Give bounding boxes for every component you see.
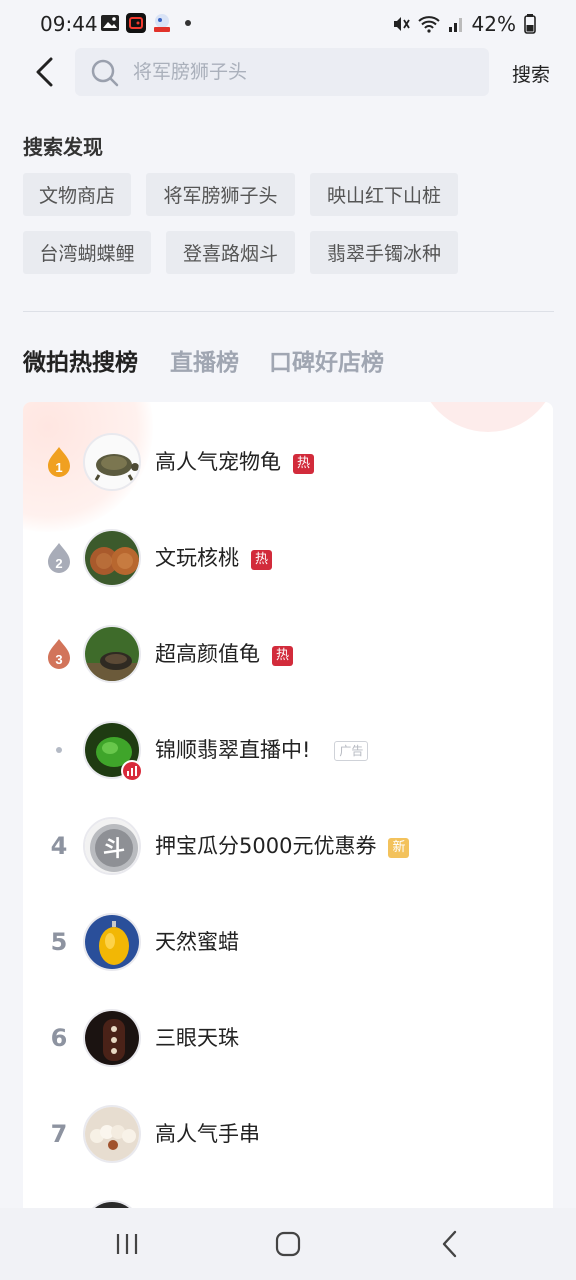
item-avatar [83,1105,141,1163]
tab-reputation-shops[interactable]: 口碑好店榜 [269,343,384,377]
search-box[interactable] [75,48,489,96]
app-notification-icon [126,13,146,33]
item-avatar [83,625,141,683]
tab-live[interactable]: 直播榜 [170,343,239,377]
item-title: 高人气手串 [155,1118,260,1148]
search-input[interactable] [133,58,473,86]
ranking-row[interactable]: 5 天然蜜蜡 [23,894,553,990]
item-title: 文玩核桃热 [155,542,272,572]
coin-image: 斗 [85,819,139,873]
discover-title: 搜索发现 [23,135,103,159]
ranking-card: 1 高人气宠物龟热 2 文玩核桃热 3 超高颜值龟热 锦顺翡翠直播中! 广告 4… [23,402,553,1232]
item-avatar: 斗 [83,817,141,875]
ranking-row[interactable]: 1 高人气宠物龟热 [23,414,553,510]
home-button[interactable] [268,1228,308,1260]
item-title-text: 天然蜜蜡 [155,930,239,954]
ranking-row-ad[interactable]: 锦顺翡翠直播中! 广告 [23,702,553,798]
discover-chip[interactable]: 映山红下山桩 [310,173,458,216]
hot-badge: 热 [293,454,314,474]
rank-medal-gold: 1 [43,414,75,510]
ranking-row[interactable]: 2 文玩核桃热 [23,510,553,606]
search-icon [91,59,119,87]
item-title: 三眼天珠 [155,1022,239,1052]
turtle-image [85,627,139,681]
bracelet-image [85,1107,139,1161]
discover-chip[interactable]: 登喜路烟斗 [166,231,295,274]
turtle-image [85,435,139,489]
svg-text:2: 2 [55,556,62,571]
walnut-image [85,531,139,585]
amber-image [85,915,139,969]
gold-medal-icon: 1 [48,447,70,477]
item-title: 锦顺翡翠直播中! 广告 [155,734,369,764]
item-title: 超高颜值龟热 [155,638,293,668]
discover-chip[interactable]: 将军膀狮子头 [146,173,295,216]
status-time: 09:44 [40,12,98,36]
system-nav-bar [0,1208,576,1280]
discover-chip[interactable]: 台湾蝴蝶鲤 [23,231,151,274]
gallery-icon [101,15,119,31]
rank-dot [43,702,75,798]
item-title-text: 三眼天珠 [155,1026,239,1050]
hot-badge: 热 [251,550,272,570]
ranking-row[interactable]: 4 斗 押宝瓜分5000元优惠券新 [23,798,553,894]
ranking-row[interactable]: 6 三眼天珠 [23,990,553,1086]
rank-number: 7 [50,1120,68,1148]
ranking-row[interactable]: 3 超高颜值龟热 [23,606,553,702]
notification-icons [100,13,198,33]
discover-chip[interactable]: 文物商店 [23,173,131,216]
ranking-row[interactable]: 7 高人气手串 [23,1086,553,1182]
rank-number: 6 [50,1024,68,1052]
item-title-text: 押宝瓜分5000元优惠券 [155,834,377,858]
app-notification-icon-2 [154,14,170,32]
signal-icon [448,18,462,32]
item-title-text: 锦顺翡翠直播中! [155,738,311,762]
dot-icon [56,747,62,753]
item-title-text: 文玩核桃 [155,546,239,570]
live-indicator-icon [121,760,143,782]
svg-text:3: 3 [55,652,62,667]
discover-chip[interactable]: 翡翠手镯冰种 [310,231,458,274]
system-icons: 42% [392,12,536,36]
rank-number: 4 [50,832,68,860]
rank-number: 5 [50,928,68,956]
recent-apps-button[interactable] [107,1228,147,1260]
item-title-text: 高人气手串 [155,1122,260,1146]
bronze-medal-icon: 3 [48,639,70,669]
back-arrow-icon [442,1230,457,1258]
item-title: 天然蜜蜡 [155,926,239,956]
item-avatar [83,913,141,971]
item-avatar [83,529,141,587]
wifi-icon [417,16,440,33]
item-avatar [83,1009,141,1067]
rank-medal-silver: 2 [43,510,75,606]
svg-text:斗: 斗 [103,837,125,862]
ad-badge: 广告 [334,741,369,761]
tab-hot-search[interactable]: 微拍热搜榜 [23,343,138,377]
svg-text:1: 1 [55,460,62,475]
new-badge: 新 [388,838,410,858]
home-icon [275,1231,301,1257]
recent-apps-icon [116,1234,138,1254]
divider [23,311,554,312]
battery-icon [524,14,536,34]
nav-back-button[interactable] [430,1228,470,1260]
search-button[interactable]: 搜索 [512,60,550,87]
silver-medal-icon: 2 [48,543,70,573]
status-bar: 09:44 42% [0,0,576,48]
item-title-text: 高人气宠物龟 [155,450,281,474]
mute-icon [393,17,410,31]
item-title: 高人气宠物龟热 [155,446,314,476]
rank-medal-bronze: 3 [43,606,75,702]
more-notifications-icon [185,20,191,26]
chevron-left-icon [36,57,53,87]
item-avatar [83,433,141,491]
dzi-bead-image [85,1011,139,1065]
back-button[interactable] [24,52,64,92]
item-title-text: 超高颜值龟 [155,642,260,666]
item-title: 押宝瓜分5000元优惠券新 [155,830,410,860]
battery-level: 42% [471,12,516,36]
hot-badge: 热 [272,646,293,666]
